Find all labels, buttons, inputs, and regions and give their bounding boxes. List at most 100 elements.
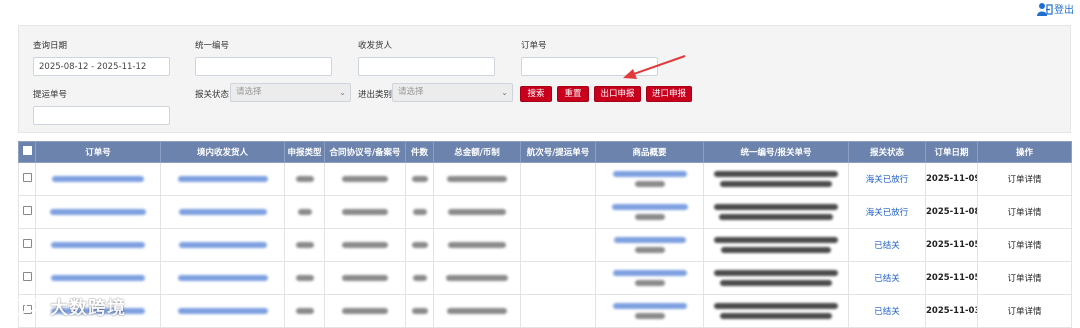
column-header: 合同协议号/备案号 — [324, 141, 406, 163]
customs-status-cell: 已结关 — [848, 294, 926, 328]
export-declare-button[interactable]: 出口申报 — [594, 86, 641, 102]
amount-cell — [433, 294, 521, 328]
order-date-cell: 2025-11-03 — [925, 294, 978, 328]
order-no-cell[interactable] — [35, 195, 161, 229]
consignee-label: 收发货人 — [358, 41, 393, 51]
column-header: 总金额/币制 — [433, 141, 521, 163]
order-detail-link[interactable]: 订单详情 — [977, 195, 1072, 229]
order-detail-link[interactable]: 订单详情 — [977, 162, 1072, 196]
customs-status-select[interactable]: 请选择 ⌄ — [230, 83, 351, 102]
order-no-cell[interactable] — [35, 162, 161, 196]
order-no-cell[interactable] — [35, 261, 161, 295]
declare-type-cell — [284, 294, 325, 328]
declare-type-cell — [284, 261, 325, 295]
voyage-no-cell — [520, 228, 596, 262]
filter-panel: 查询日期 统一编号 收发货人 订单号 提运单号 报关状态 请选择 ⌄ 进出类别 … — [18, 25, 1071, 133]
customs-status-cell: 已结关 — [848, 228, 926, 262]
table-row: 海关已放行 2025-11-08 订单详情 — [18, 195, 1072, 229]
order-detail-link[interactable]: 订单详情 — [977, 261, 1072, 295]
quantity-cell — [405, 228, 434, 262]
goods-summary-cell[interactable] — [595, 162, 704, 196]
customs-status-cell: 海关已放行 — [848, 195, 926, 229]
row-checkbox[interactable] — [22, 239, 32, 248]
column-header: 商品概要 — [595, 141, 704, 163]
logout-label: 登出 — [1054, 5, 1074, 16]
watermark-text: 大数跨境 — [50, 298, 126, 319]
contract-no-cell — [324, 162, 406, 196]
order-date-cell: 2025-11-05 — [925, 228, 978, 262]
column-header: 统一编号/报关单号 — [703, 141, 849, 163]
select-all-header[interactable] — [18, 141, 36, 163]
voyage-no-cell — [520, 294, 596, 328]
unified-no-cell — [703, 228, 849, 262]
bill-no-input[interactable] — [33, 106, 170, 125]
import-declare-button[interactable]: 进口申报 — [646, 86, 692, 102]
column-header: 订单日期 — [925, 141, 978, 163]
contract-no-cell — [324, 261, 406, 295]
amount-cell — [433, 228, 521, 262]
goods-summary-cell[interactable] — [595, 294, 704, 328]
goods-summary-cell[interactable] — [595, 195, 704, 229]
amount-cell — [433, 162, 521, 196]
column-header: 申报类型 — [284, 141, 325, 163]
goods-summary-cell[interactable] — [595, 228, 704, 262]
logout-button[interactable]: 登出 — [1037, 1, 1074, 16]
annotation-arrow-icon — [623, 55, 686, 79]
ie-type-select[interactable]: 请选择 ⌄ — [392, 83, 513, 102]
order-no-label: 订单号 — [521, 41, 547, 51]
quantity-cell — [405, 261, 434, 295]
watermark: 大数跨境 — [10, 294, 126, 320]
contract-no-cell — [324, 294, 406, 328]
consignee-cell[interactable] — [160, 228, 285, 262]
column-header: 订单号 — [35, 141, 161, 163]
amount-cell — [433, 261, 521, 295]
reset-button[interactable]: 重置 — [557, 86, 589, 102]
declare-type-cell — [284, 162, 325, 196]
contract-no-cell — [324, 195, 406, 229]
select-all-checkbox[interactable] — [22, 146, 32, 155]
top-bar: 登出 — [0, 0, 1080, 18]
query-date-input[interactable] — [33, 57, 170, 76]
unified-no-label: 统一编号 — [195, 41, 230, 51]
table-row: 已结关 2025-11-05 订单详情 — [18, 228, 1072, 262]
unified-no-input[interactable] — [195, 57, 332, 76]
contract-no-cell — [324, 228, 406, 262]
column-header: 境内收发货人 — [160, 141, 285, 163]
order-no-cell[interactable] — [35, 228, 161, 262]
column-header: 报关状态 — [848, 141, 926, 163]
table-row: 已结关 2025-11-05 订单详情 — [18, 261, 1072, 295]
column-header: 操作 — [977, 141, 1072, 163]
ie-type-value: 请选择 — [398, 87, 424, 97]
quantity-cell — [405, 162, 434, 196]
quantity-cell — [405, 195, 434, 229]
declare-type-cell — [284, 228, 325, 262]
voyage-no-cell — [520, 195, 596, 229]
order-table: 订单号 境内收发货人 申报类型 合同协议号/备案号 件数 总金额/币制 航次号/… — [18, 141, 1072, 328]
search-button[interactable]: 搜索 — [520, 86, 552, 102]
table-row: 已结关 2025-11-03 订单详情 — [18, 294, 1072, 328]
order-date-cell: 2025-11-09 — [925, 162, 978, 196]
consignee-cell[interactable] — [160, 195, 285, 229]
row-checkbox[interactable] — [22, 173, 32, 182]
customs-status-cell: 海关已放行 — [848, 162, 926, 196]
unified-no-cell — [703, 162, 849, 196]
bill-no-label: 提运单号 — [33, 90, 68, 100]
table-row: 海关已放行 2025-11-09 订单详情 — [18, 162, 1072, 196]
consignee-cell[interactable] — [160, 162, 285, 196]
consignee-cell[interactable] — [160, 294, 285, 328]
row-checkbox[interactable] — [22, 206, 32, 215]
order-detail-link[interactable]: 订单详情 — [977, 228, 1072, 262]
row-checkbox[interactable] — [22, 272, 32, 281]
customs-status-cell: 已结关 — [848, 261, 926, 295]
unified-no-cell — [703, 294, 849, 328]
amount-cell — [433, 195, 521, 229]
goods-summary-cell[interactable] — [595, 261, 704, 295]
order-date-cell: 2025-11-08 — [925, 195, 978, 229]
customs-status-value: 请选择 — [236, 87, 262, 97]
unified-no-cell — [703, 195, 849, 229]
consignee-input[interactable] — [358, 57, 495, 76]
consignee-cell[interactable] — [160, 261, 285, 295]
chevron-down-icon: ⌄ — [501, 88, 508, 97]
order-detail-link[interactable]: 订单详情 — [977, 294, 1072, 328]
watermark-logo-icon — [11, 298, 48, 315]
